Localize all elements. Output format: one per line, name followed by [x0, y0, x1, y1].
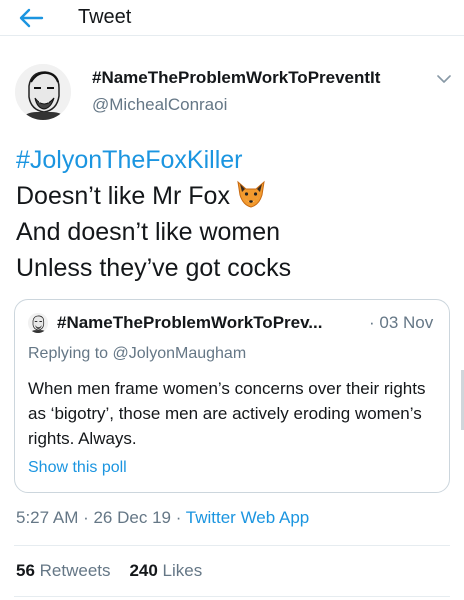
replying-label: Replying to: [28, 345, 109, 362]
quoted-tweet-date: · 03 Nov: [369, 313, 434, 332]
quoted-tweet-text: When men frame women’s concerns over the…: [28, 379, 426, 448]
tweet-line-3: Unless they’ve got cocks: [16, 254, 292, 282]
tweet-line-2: And doesn’t like women: [16, 218, 281, 246]
retweets-count: 56: [16, 561, 35, 580]
likes-stat[interactable]: 240 Likes: [129, 561, 202, 580]
fox-face-emoji-icon: [237, 180, 265, 208]
tweet-text: #JolyonTheFoxKiller Doesn’t like Mr Fox …: [16, 142, 456, 286]
quoted-replying-to: Replying to @JolyonMaugham: [28, 345, 246, 363]
avatar-sketch-portrait: [15, 64, 71, 120]
retweets-label: Retweets: [39, 561, 111, 580]
likes-count: 240: [129, 561, 158, 580]
back-arrow-icon[interactable]: [18, 8, 44, 28]
tweet-line-1-text: Doesn’t like Mr Fox: [16, 182, 230, 210]
replying-to-mention[interactable]: @JolyonMaugham: [113, 345, 247, 362]
divider-bottom: [14, 596, 450, 597]
quoted-author-name: #NameTheProblemWorkToPrev...: [57, 313, 323, 332]
author-handle[interactable]: @MichealConraoi: [92, 95, 227, 115]
tweet-stats: 56 Retweets 240 Likes: [16, 561, 202, 581]
divider: [14, 545, 450, 546]
author-display-name[interactable]: #NameTheProblemWorkToPreventIt: [92, 68, 380, 88]
tweet-source-link[interactable]: Twitter Web App: [186, 508, 309, 527]
tweet-line-1: Doesn’t like Mr Fox: [16, 178, 456, 214]
tweet-hashtag-link[interactable]: #JolyonTheFoxKiller: [16, 142, 456, 178]
screen-title: Tweet: [78, 6, 132, 28]
top-bar: Tweet: [0, 0, 464, 36]
author-avatar[interactable]: [15, 64, 71, 120]
tweet-time-date: 5:27 AM · 26 Dec 19 ·: [16, 508, 186, 527]
retweets-stat[interactable]: 56 Retweets: [16, 561, 111, 580]
tweet-metadata: 5:27 AM · 26 Dec 19 · Twitter Web App: [16, 508, 309, 528]
quoted-tweet-card[interactable]: #NameTheProblemWorkToPrev... · 03 Nov Re…: [14, 299, 450, 493]
likes-label: Likes: [162, 561, 203, 580]
show-poll-link[interactable]: Show this poll: [28, 459, 127, 477]
chevron-down-icon[interactable]: [437, 74, 451, 84]
quoted-author-avatar: [28, 313, 48, 333]
avatar-sketch-portrait-small: [28, 313, 48, 333]
